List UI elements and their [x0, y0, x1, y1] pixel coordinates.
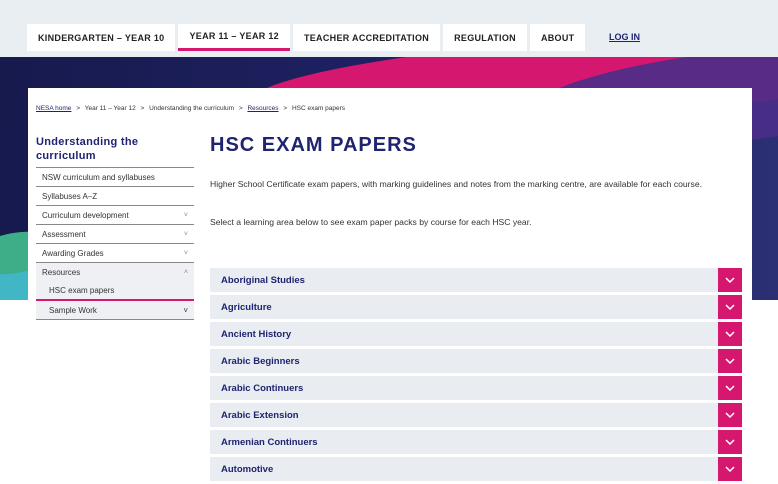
- accordion-item-label: Arabic Continuers: [221, 382, 304, 394]
- sidebar-item-label: Awarding Grades: [42, 248, 104, 258]
- accordion-item-arabic-beginners[interactable]: Arabic Beginners: [210, 349, 742, 373]
- page-title: HSC EXAM PAPERS: [210, 134, 417, 156]
- sidebar-item-label: Syllabuses A–Z: [42, 191, 98, 201]
- main-nav: KINDERGARTEN – YEAR 10 YEAR 11 – YEAR 12…: [27, 24, 586, 51]
- accordion-item-arabic-extension[interactable]: Arabic Extension: [210, 403, 742, 427]
- sidebar-item-curriculum-development[interactable]: Curriculum development ˅: [36, 206, 194, 225]
- intro-text: Higher School Certificate exam papers, w…: [210, 179, 703, 189]
- chevron-down-icon[interactable]: [718, 403, 742, 427]
- chevron-down-icon[interactable]: ˅: [183, 306, 188, 315]
- breadcrumb-separator: >: [238, 105, 243, 112]
- login-link[interactable]: LOG IN: [609, 32, 640, 42]
- accordion-item-automotive[interactable]: Automotive: [210, 457, 742, 481]
- accordion-item-label: Arabic Beginners: [221, 355, 300, 367]
- chevron-down-icon[interactable]: ˅: [184, 250, 188, 257]
- breadcrumb-year[interactable]: Year 11 – Year 12: [85, 105, 136, 112]
- sidebar-item-label: HSC exam papers: [49, 286, 115, 295]
- chevron-down-icon[interactable]: [718, 295, 742, 319]
- chevron-down-icon[interactable]: [718, 430, 742, 454]
- nav-teacher-accreditation[interactable]: TEACHER ACCREDITATION: [292, 24, 441, 51]
- sidebar-item-label: Assessment: [42, 229, 86, 239]
- breadcrumb-separator: >: [76, 105, 81, 112]
- chevron-down-icon[interactable]: [718, 457, 742, 481]
- sidebar-item-assessment[interactable]: Assessment ˅: [36, 225, 194, 244]
- nav-about[interactable]: ABOUT: [529, 24, 586, 51]
- chevron-up-icon[interactable]: ˄: [184, 269, 188, 276]
- accordion-item-agriculture[interactable]: Agriculture: [210, 295, 742, 319]
- learning-area-accordion: Aboriginal Studies Agriculture Ancient H…: [210, 268, 742, 484]
- accordion-item-aboriginal-studies[interactable]: Aboriginal Studies: [210, 268, 742, 292]
- chevron-down-icon[interactable]: [718, 322, 742, 346]
- accordion-item-label: Ancient History: [221, 328, 292, 340]
- accordion-item-label: Aboriginal Studies: [221, 274, 305, 286]
- select-instructions: Select a learning area below to see exam…: [210, 217, 532, 227]
- accordion-item-ancient-history[interactable]: Ancient History: [210, 322, 742, 346]
- breadcrumb-home[interactable]: NESA home: [36, 105, 71, 112]
- sidebar-item-label: Resources: [42, 268, 81, 277]
- accordion-item-armenian-continuers[interactable]: Armenian Continuers: [210, 430, 742, 454]
- chevron-down-icon[interactable]: [718, 268, 742, 292]
- sidebar-item-syllabuses[interactable]: Syllabuses A–Z: [36, 187, 194, 206]
- breadcrumb-separator: >: [283, 105, 288, 112]
- nav-year11-year12[interactable]: YEAR 11 – YEAR 12: [178, 24, 290, 51]
- accordion-item-arabic-continuers[interactable]: Arabic Continuers: [210, 376, 742, 400]
- sidebar-item-label: Sample Work: [49, 305, 97, 315]
- accordion-item-label: Agriculture: [221, 301, 272, 313]
- content-panel: NESA home > Year 11 – Year 12 > Understa…: [28, 88, 752, 481]
- sidebar: Understanding the curriculum NSW curricu…: [36, 135, 194, 320]
- sidebar-subitem-sample-work[interactable]: Sample Work ˅: [36, 301, 194, 320]
- sidebar-item-label: NSW curriculum and syllabuses: [42, 172, 155, 182]
- accordion-item-label: Automotive: [221, 463, 274, 475]
- breadcrumb: NESA home > Year 11 – Year 12 > Understa…: [36, 105, 345, 112]
- breadcrumb-separator: >: [140, 105, 145, 112]
- sidebar-title[interactable]: Understanding the curriculum: [36, 135, 194, 168]
- nav-regulation[interactable]: REGULATION: [443, 24, 527, 51]
- breadcrumb-resources[interactable]: Resources: [247, 105, 278, 112]
- nav-kindergarten-year10[interactable]: KINDERGARTEN – YEAR 10: [27, 24, 176, 51]
- chevron-down-icon[interactable]: ˅: [184, 231, 188, 238]
- sidebar-item-label: Curriculum development: [42, 210, 129, 220]
- sidebar-item-nsw-curriculum[interactable]: NSW curriculum and syllabuses: [36, 168, 194, 187]
- breadcrumb-curriculum[interactable]: Understanding the curriculum: [149, 105, 234, 112]
- sidebar-item-awarding-grades[interactable]: Awarding Grades ˅: [36, 244, 194, 263]
- chevron-down-icon[interactable]: ˅: [184, 212, 188, 219]
- chevron-down-icon[interactable]: [718, 349, 742, 373]
- breadcrumb-current: HSC exam papers: [291, 105, 346, 112]
- accordion-item-label: Arabic Extension: [221, 409, 299, 421]
- sidebar-subitem-hsc-exam-papers[interactable]: HSC exam papers: [36, 282, 194, 301]
- sidebar-item-resources[interactable]: Resources ˄: [36, 263, 194, 282]
- chevron-down-icon[interactable]: [718, 376, 742, 400]
- accordion-item-label: Armenian Continuers: [221, 436, 318, 448]
